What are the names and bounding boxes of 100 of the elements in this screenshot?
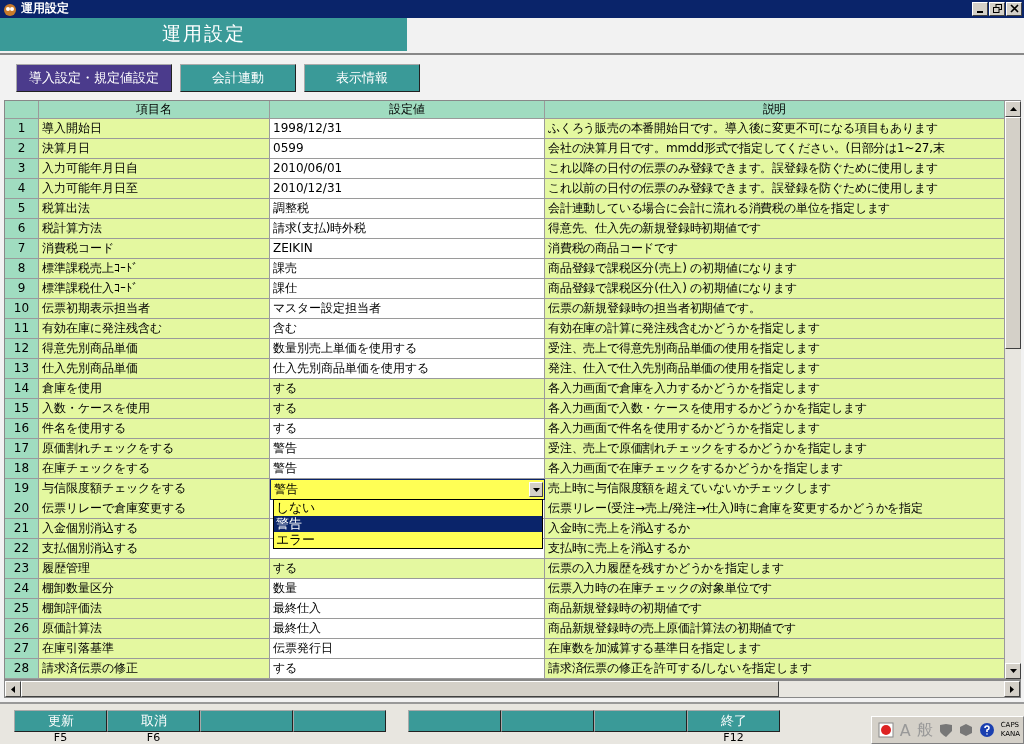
ime-icon[interactable]: [877, 722, 894, 738]
table-cell: 入金時に売上を消込するか: [545, 519, 1005, 539]
table-cell: 2010/12/31: [270, 179, 545, 199]
table-cell: 伝票の新規登録時の担当者初期値です。: [545, 299, 1005, 319]
tab[interactable]: 会計連動: [180, 64, 296, 92]
minimize-button[interactable]: [972, 1, 988, 16]
table-cell: 在庫チェックをする: [39, 459, 270, 479]
table-cell: する: [270, 379, 545, 399]
table-cell: マスター設定担当者: [270, 299, 545, 319]
row-number: 11: [5, 319, 39, 339]
function-key-button[interactable]: 更新: [14, 710, 107, 732]
ime-mode-text[interactable]: 般: [916, 719, 933, 741]
cube-icon[interactable]: [958, 723, 973, 737]
row-number: 18: [5, 459, 39, 479]
row-number: 3: [5, 159, 39, 179]
help-icon[interactable]: [978, 722, 995, 738]
row-number: 8: [5, 259, 39, 279]
table-cell: 商品新規登録時の初期値です: [545, 599, 1005, 619]
table-cell: する: [270, 399, 545, 419]
table-cell: 入数・ケースを使用: [39, 399, 270, 419]
row-number: 10: [5, 299, 39, 319]
table-cell: 数量: [270, 579, 545, 599]
ime-mode-text[interactable]: A: [899, 720, 911, 740]
table-cell: 最終仕入: [270, 599, 545, 619]
row-number: 15: [5, 399, 39, 419]
table-cell: 数量別売上単価を使用する: [270, 339, 545, 359]
table-cell: 棚卸数量区分: [39, 579, 270, 599]
function-key-button[interactable]: [501, 710, 594, 732]
horizontal-scrollbar[interactable]: [4, 680, 1021, 698]
row-number: 19: [5, 479, 39, 500]
table-cell: 売上時に与信限度額を超えていないかチェックします: [545, 479, 1005, 500]
table-cell: 決算月日: [39, 139, 270, 159]
row-number: 1: [5, 119, 39, 139]
table-cell: 課売: [270, 259, 545, 279]
function-key-button[interactable]: 終了: [687, 710, 780, 732]
table-cell: 伝票入力時の在庫チェックの対象単位です: [545, 579, 1005, 599]
table-cell: これ以前の日付の伝票のみ登録できます。誤登録を防ぐために使用します: [545, 179, 1005, 199]
dropdown-option[interactable]: しない: [274, 500, 542, 516]
table-cell: 各入力画面で倉庫を入力するかどうかを指定します: [545, 379, 1005, 399]
table-cell: 警告: [270, 459, 545, 479]
table-cell: 会社の決算月日です。mmdd形式で指定してください。(日部分は1~27,末: [545, 139, 1005, 159]
row-number: 22: [5, 539, 39, 559]
dropdown-option[interactable]: エラー: [274, 532, 542, 548]
table-cell: これ以降の日付の伝票のみ登録できます。誤登録を防ぐために使用します: [545, 159, 1005, 179]
table-cell: 得意先別商品単価: [39, 339, 270, 359]
scroll-right-icon[interactable]: [1010, 685, 1014, 693]
restore-button[interactable]: [989, 1, 1005, 16]
table-cell: 最終仕入: [270, 619, 545, 639]
table-cell: 課仕: [270, 279, 545, 299]
shield-icon[interactable]: [938, 723, 953, 737]
scroll-down-icon[interactable]: [1009, 669, 1017, 673]
function-key-button[interactable]: 取消: [107, 710, 200, 732]
row-number: 28: [5, 659, 39, 679]
row-number: 24: [5, 579, 39, 599]
row-number: 9: [5, 279, 39, 299]
table-cell: 2010/06/01: [270, 159, 545, 179]
tab[interactable]: 表示情報: [304, 64, 420, 92]
corner-cell: [5, 101, 39, 119]
table-cell: 伝票初期表示担当者: [39, 299, 270, 319]
row-number: 20: [5, 499, 39, 519]
column-header: 説明: [545, 101, 1005, 119]
close-icon: [1009, 4, 1019, 14]
function-key-button[interactable]: [408, 710, 501, 732]
scroll-up-icon[interactable]: [1009, 107, 1017, 111]
table-cell: 含む: [270, 319, 545, 339]
column-header: 設定値: [270, 101, 545, 119]
function-key-button[interactable]: [200, 710, 293, 732]
row-number: 23: [5, 559, 39, 579]
table-cell: 伝票リレーで倉庫変更する: [39, 499, 270, 519]
scroll-left-icon[interactable]: [11, 685, 15, 693]
row-number: 25: [5, 599, 39, 619]
function-key-button[interactable]: [293, 710, 386, 732]
table-cell: 有効在庫の計算に発注残含むかどうかを指定します: [545, 319, 1005, 339]
table-cell: 1998/12/31: [270, 119, 545, 139]
function-key-label: F5: [53, 732, 68, 744]
table-cell: 原価割れチェックをする: [39, 439, 270, 459]
function-key-label: F6: [146, 732, 161, 744]
table-cell: 棚卸評価法: [39, 599, 270, 619]
table-cell: 標準課税仕入ｺｰﾄﾞ: [39, 279, 270, 299]
column-header: 項目名: [39, 101, 270, 119]
table-cell: ZEIKIN: [270, 239, 545, 259]
table-cell: 標準課税売上ｺｰﾄﾞ: [39, 259, 270, 279]
table-cell: 商品登録で課税区分(仕入) の初期値になります: [545, 279, 1005, 299]
table-cell: 受注、売上で得意先別商品単価の使用を指定します: [545, 339, 1005, 359]
row-number: 7: [5, 239, 39, 259]
row-number: 6: [5, 219, 39, 239]
table-cell: 原価計算法: [39, 619, 270, 639]
close-button[interactable]: [1006, 1, 1022, 16]
restore-icon: [992, 4, 1002, 14]
table-cell: 入力可能年月日至: [39, 179, 270, 199]
table-cell: 請求済伝票の修正: [39, 659, 270, 679]
table-cell: 件名を使用する: [39, 419, 270, 439]
table-cell: 支払時に売上を消込するか: [545, 539, 1005, 559]
table-cell: 支払個別消込する: [39, 539, 270, 559]
vertical-scrollbar[interactable]: [1005, 101, 1021, 679]
table-cell: 伝票の入力履歴を残すかどうかを指定します: [545, 559, 1005, 579]
tab[interactable]: 導入設定・規定値設定: [16, 64, 172, 92]
dropdown-option[interactable]: 警告: [274, 516, 542, 532]
table-cell: 請求済伝票の修正を許可する/しないを指定します: [545, 659, 1005, 679]
function-key-button[interactable]: [594, 710, 687, 732]
